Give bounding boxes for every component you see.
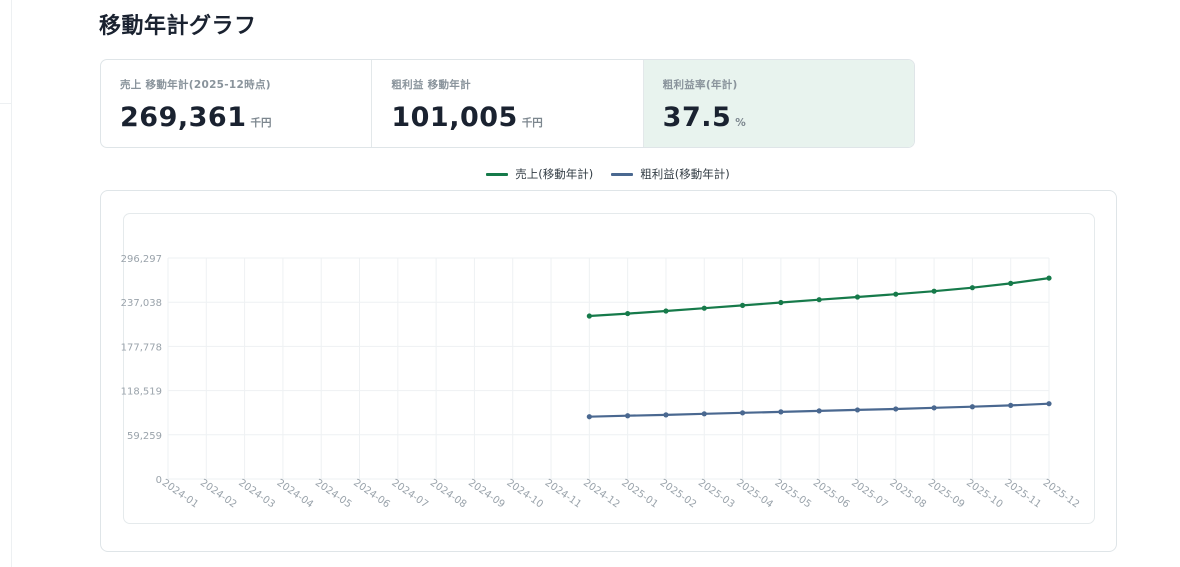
y-tick-label: 59,259 bbox=[127, 431, 162, 442]
gross-profit-data-point bbox=[663, 412, 669, 418]
sales-data-point bbox=[625, 310, 631, 317]
sales-data-point bbox=[969, 285, 975, 291]
sales-data-point bbox=[739, 302, 746, 308]
line-chart: 59,259118,519177,778237,038296,29702024-… bbox=[121, 254, 1082, 510]
x-tick-label: 2024-09 bbox=[466, 477, 507, 510]
gross-profit-data-point bbox=[1046, 401, 1052, 407]
y-tick-label: 177,778 bbox=[121, 342, 162, 353]
sales-data-point bbox=[701, 305, 707, 311]
gross-profit-data-point bbox=[931, 405, 937, 411]
gross-profit-data-point bbox=[1008, 402, 1014, 408]
x-tick-label: 2025-10 bbox=[964, 477, 1005, 510]
x-tick-label: 2024-01 bbox=[160, 477, 201, 510]
x-tick-label: 2024-05 bbox=[313, 477, 354, 510]
gross-profit-data-point bbox=[586, 414, 592, 420]
sales-data-point bbox=[778, 299, 784, 306]
sales-data-point bbox=[586, 313, 592, 319]
sales-data-point bbox=[931, 288, 937, 294]
sales-data-point bbox=[663, 308, 669, 314]
x-tick-label: 2025-02 bbox=[658, 477, 699, 510]
sales-data-point bbox=[893, 291, 899, 297]
x-tick-label: 2025-12 bbox=[1041, 477, 1082, 510]
x-tick-label: 2024-04 bbox=[275, 477, 316, 510]
x-tick-label: 2025-11 bbox=[1002, 477, 1043, 510]
sales-data-point bbox=[816, 297, 822, 303]
gross-profit-data-point bbox=[893, 406, 899, 412]
x-tick-label: 2024-02 bbox=[198, 477, 239, 510]
y-tick-label: 237,038 bbox=[121, 298, 162, 309]
x-tick-label: 2025-05 bbox=[773, 477, 814, 510]
x-tick-label: 2024-08 bbox=[428, 477, 469, 510]
sales-data-point bbox=[854, 294, 861, 300]
gross-profit-data-point bbox=[816, 408, 822, 414]
gross-profit-data-point bbox=[854, 407, 861, 413]
gross-profit-data-point bbox=[778, 409, 784, 415]
sales-data-point bbox=[1008, 280, 1014, 286]
x-tick-label: 2024-11 bbox=[543, 477, 584, 510]
x-tick-label: 2024-12 bbox=[581, 477, 622, 510]
sales-data-point bbox=[1046, 275, 1052, 281]
gross-profit-data-point bbox=[701, 411, 707, 417]
x-tick-label: 2025-09 bbox=[926, 477, 967, 510]
x-tick-label: 2025-08 bbox=[887, 477, 928, 510]
x-tick-label: 2025-06 bbox=[811, 477, 852, 510]
x-tick-label: 2025-01 bbox=[619, 477, 660, 510]
x-tick-label: 2025-03 bbox=[696, 477, 737, 510]
gross-profit-data-point bbox=[625, 413, 631, 419]
x-tick-label: 2024-03 bbox=[236, 477, 277, 510]
y-tick-label: 296,297 bbox=[121, 254, 162, 265]
y-tick-label: 118,519 bbox=[121, 387, 162, 398]
x-tick-label: 2025-04 bbox=[734, 477, 775, 510]
gross-profit-data-point bbox=[739, 410, 746, 416]
gross-profit-data-point bbox=[969, 404, 975, 410]
x-tick-label: 2024-10 bbox=[504, 477, 545, 510]
x-tick-label: 2024-07 bbox=[389, 477, 430, 510]
x-tick-label: 2024-06 bbox=[351, 477, 392, 510]
x-tick-label: 2025-07 bbox=[849, 477, 890, 510]
